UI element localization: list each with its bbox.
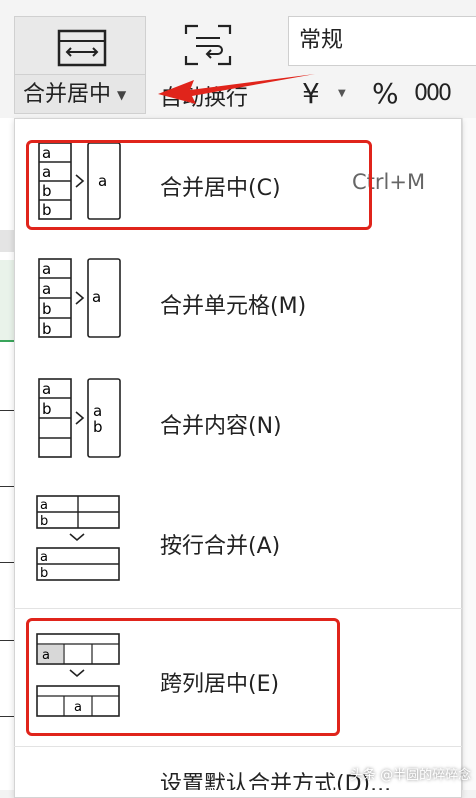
right-scroll-area[interactable] bbox=[462, 118, 476, 790]
row-gridline bbox=[0, 486, 14, 487]
row-gridline bbox=[0, 410, 14, 411]
column-header bbox=[0, 230, 14, 252]
row-gridline bbox=[0, 716, 14, 717]
row-gridline bbox=[0, 562, 14, 563]
percent-button[interactable]: % bbox=[372, 74, 399, 114]
watermark: 头条 @半圆的碎碎念 bbox=[350, 768, 472, 783]
svg-text:b: b bbox=[42, 300, 52, 318]
merge-cells-icon: a a b b a bbox=[38, 258, 121, 338]
chevron-down-icon: ▼ bbox=[117, 88, 127, 102]
merge-center-dropdown[interactable]: 合并居中 ▼ bbox=[14, 74, 146, 114]
menu-item-label: 合并内容(N) bbox=[160, 414, 282, 439]
red-arrow-annotation bbox=[158, 74, 315, 104]
merge-center-toolbar-icon bbox=[57, 29, 107, 67]
svg-text:b: b bbox=[40, 566, 48, 581]
selected-row-indicator bbox=[0, 260, 14, 342]
svg-text:b: b bbox=[40, 514, 48, 529]
number-format-select[interactable]: 常规 bbox=[288, 16, 476, 66]
merge-center-button[interactable] bbox=[14, 16, 146, 74]
svg-text:b: b bbox=[42, 400, 52, 418]
svg-text:a: a bbox=[42, 380, 51, 398]
svg-text:b: b bbox=[93, 418, 103, 436]
svg-text:a: a bbox=[42, 280, 51, 298]
thousands-separator-button[interactable]: 000 bbox=[414, 74, 452, 114]
row-gridline bbox=[0, 640, 14, 641]
menu-item-merge-by-row[interactable]: a b a b 按行合并(A) bbox=[14, 478, 462, 608]
svg-text:a: a bbox=[42, 260, 51, 278]
merge-center-label: 合并居中 bbox=[23, 82, 112, 107]
menu-separator bbox=[14, 746, 462, 747]
menu-item-label: 按行合并(A) bbox=[160, 534, 281, 559]
svg-text:a: a bbox=[40, 498, 48, 513]
menu-separator bbox=[14, 608, 462, 609]
highlight-box bbox=[26, 618, 340, 736]
menu-item-merge-content[interactable]: a b a b 合并内容(N) bbox=[14, 360, 462, 478]
merge-content-icon: a b a b bbox=[38, 378, 121, 458]
menu-item-label: 合并单元格(M) bbox=[160, 294, 307, 319]
chevron-down-icon[interactable]: ▼ bbox=[338, 88, 346, 99]
highlight-box bbox=[26, 140, 372, 230]
menu-item-merge-cells[interactable]: a a b b a 合并单元格(M) bbox=[14, 240, 462, 360]
svg-text:a: a bbox=[40, 550, 48, 565]
svg-text:b: b bbox=[42, 320, 52, 338]
merge-by-row-icon: a b a b bbox=[36, 495, 120, 581]
svg-text:a: a bbox=[92, 288, 101, 306]
